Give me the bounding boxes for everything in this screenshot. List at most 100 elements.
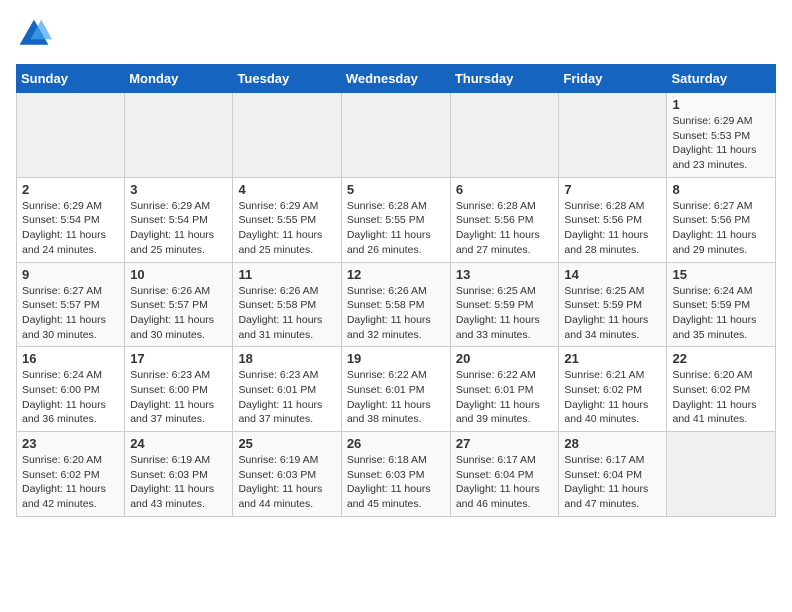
calendar-cell: 27Sunrise: 6:17 AM Sunset: 6:04 PM Dayli… <box>450 432 559 517</box>
day-number: 7 <box>564 182 661 197</box>
logo-icon <box>16 16 52 52</box>
calendar-cell: 2 Sunrise: 6:29 AM Sunset: 5:54 PM Daylig… <box>17 177 125 262</box>
day-number: 10 <box>130 267 227 282</box>
calendar-cell: 17 Sunrise: 6:23 AM Sunset: 6:00 PM Dayli… <box>125 347 233 432</box>
calendar-cell <box>341 93 450 178</box>
header-row: SundayMondayTuesdayWednesdayThursdayFrid… <box>17 65 776 93</box>
calendar-cell <box>450 93 559 178</box>
week-row-5: 23 Sunrise: 6:20 AM Sunset: 6:02 PM Dayli… <box>17 432 776 517</box>
day-number: 9 <box>22 267 119 282</box>
calendar-cell: 10 Sunrise: 6:26 AM Sunset: 5:57 PM Dayli… <box>125 262 233 347</box>
day-info: Sunrise: 6:20 AM Sunset: 6:02 PM Dayligh… <box>22 453 119 512</box>
calendar-cell: 14 Sunrise: 6:25 AM Sunset: 5:59 PM Dayli… <box>559 262 667 347</box>
calendar-cell <box>667 432 776 517</box>
week-row-3: 9 Sunrise: 6:27 AM Sunset: 5:57 PM Daylig… <box>17 262 776 347</box>
calendar-cell: 24 Sunrise: 6:19 AM Sunset: 6:03 PM Dayli… <box>125 432 233 517</box>
day-number: 23 <box>22 436 119 451</box>
day-info: Sunrise: 6:25 AM Sunset: 5:59 PM Dayligh… <box>564 284 661 343</box>
calendar-cell: 20 Sunrise: 6:22 AM Sunset: 6:01 PM Dayli… <box>450 347 559 432</box>
week-row-2: 2 Sunrise: 6:29 AM Sunset: 5:54 PM Daylig… <box>17 177 776 262</box>
day-info: Sunrise: 6:28 AM Sunset: 5:56 PM Dayligh… <box>456 199 554 258</box>
day-info: Sunrise: 6:27 AM Sunset: 5:56 PM Dayligh… <box>672 199 770 258</box>
day-number: 5 <box>347 182 445 197</box>
day-header-friday: Friday <box>559 65 667 93</box>
day-number: 22 <box>672 351 770 366</box>
day-number: 3 <box>130 182 227 197</box>
day-number: 6 <box>456 182 554 197</box>
day-info: Sunrise: 6:18 AM Sunset: 6:03 PM Dayligh… <box>347 453 445 512</box>
day-number: 26 <box>347 436 445 451</box>
day-info: Sunrise: 6:29 AM Sunset: 5:55 PM Dayligh… <box>238 199 335 258</box>
day-info: Sunrise: 6:28 AM Sunset: 5:56 PM Dayligh… <box>564 199 661 258</box>
day-info: Sunrise: 6:29 AM Sunset: 5:54 PM Dayligh… <box>22 199 119 258</box>
day-number: 21 <box>564 351 661 366</box>
day-number: 27 <box>456 436 554 451</box>
day-info: Sunrise: 6:22 AM Sunset: 6:01 PM Dayligh… <box>456 368 554 427</box>
day-info: Sunrise: 6:25 AM Sunset: 5:59 PM Dayligh… <box>456 284 554 343</box>
day-info: Sunrise: 6:20 AM Sunset: 6:02 PM Dayligh… <box>672 368 770 427</box>
day-number: 14 <box>564 267 661 282</box>
calendar-cell: 1 Sunrise: 6:29 AM Sunset: 5:53 PM Daylig… <box>667 93 776 178</box>
day-header-tuesday: Tuesday <box>233 65 341 93</box>
calendar-cell: 16Sunrise: 6:24 AM Sunset: 6:00 PM Dayli… <box>17 347 125 432</box>
calendar-table: SundayMondayTuesdayWednesdayThursdayFrid… <box>16 64 776 517</box>
week-row-4: 16Sunrise: 6:24 AM Sunset: 6:00 PM Dayli… <box>17 347 776 432</box>
day-number: 1 <box>672 97 770 112</box>
day-number: 19 <box>347 351 445 366</box>
day-info: Sunrise: 6:21 AM Sunset: 6:02 PM Dayligh… <box>564 368 661 427</box>
day-number: 15 <box>672 267 770 282</box>
calendar-cell: 12 Sunrise: 6:26 AM Sunset: 5:58 PM Dayli… <box>341 262 450 347</box>
day-info: Sunrise: 6:28 AM Sunset: 5:55 PM Dayligh… <box>347 199 445 258</box>
day-number: 20 <box>456 351 554 366</box>
day-number: 24 <box>130 436 227 451</box>
page-header <box>16 16 776 52</box>
day-header-monday: Monday <box>125 65 233 93</box>
calendar-cell: 15 Sunrise: 6:24 AM Sunset: 5:59 PM Dayli… <box>667 262 776 347</box>
calendar-cell: 3 Sunrise: 6:29 AM Sunset: 5:54 PM Daylig… <box>125 177 233 262</box>
calendar-cell: 11Sunrise: 6:26 AM Sunset: 5:58 PM Dayli… <box>233 262 341 347</box>
calendar-cell: 19Sunrise: 6:22 AM Sunset: 6:01 PM Dayli… <box>341 347 450 432</box>
day-number: 13 <box>456 267 554 282</box>
calendar-cell: 9 Sunrise: 6:27 AM Sunset: 5:57 PM Daylig… <box>17 262 125 347</box>
day-header-thursday: Thursday <box>450 65 559 93</box>
day-info: Sunrise: 6:19 AM Sunset: 6:03 PM Dayligh… <box>238 453 335 512</box>
calendar-cell: 23 Sunrise: 6:20 AM Sunset: 6:02 PM Dayli… <box>17 432 125 517</box>
week-row-1: 1 Sunrise: 6:29 AM Sunset: 5:53 PM Daylig… <box>17 93 776 178</box>
day-number: 4 <box>238 182 335 197</box>
day-info: Sunrise: 6:24 AM Sunset: 5:59 PM Dayligh… <box>672 284 770 343</box>
day-number: 17 <box>130 351 227 366</box>
day-info: Sunrise: 6:26 AM Sunset: 5:58 PM Dayligh… <box>238 284 335 343</box>
day-info: Sunrise: 6:23 AM Sunset: 6:00 PM Dayligh… <box>130 368 227 427</box>
day-number: 12 <box>347 267 445 282</box>
day-info: Sunrise: 6:17 AM Sunset: 6:04 PM Dayligh… <box>564 453 661 512</box>
day-info: Sunrise: 6:23 AM Sunset: 6:01 PM Dayligh… <box>238 368 335 427</box>
calendar-cell: 4 Sunrise: 6:29 AM Sunset: 5:55 PM Daylig… <box>233 177 341 262</box>
day-number: 16 <box>22 351 119 366</box>
day-info: Sunrise: 6:19 AM Sunset: 6:03 PM Dayligh… <box>130 453 227 512</box>
calendar-cell <box>559 93 667 178</box>
day-number: 8 <box>672 182 770 197</box>
day-number: 25 <box>238 436 335 451</box>
calendar-cell <box>17 93 125 178</box>
calendar-cell: 22 Sunrise: 6:20 AM Sunset: 6:02 PM Dayli… <box>667 347 776 432</box>
calendar-cell: 5 Sunrise: 6:28 AM Sunset: 5:55 PM Daylig… <box>341 177 450 262</box>
calendar-cell: 25 Sunrise: 6:19 AM Sunset: 6:03 PM Dayli… <box>233 432 341 517</box>
calendar-header: SundayMondayTuesdayWednesdayThursdayFrid… <box>17 65 776 93</box>
day-header-saturday: Saturday <box>667 65 776 93</box>
calendar-cell: 13 Sunrise: 6:25 AM Sunset: 5:59 PM Dayli… <box>450 262 559 347</box>
day-header-wednesday: Wednesday <box>341 65 450 93</box>
calendar-body: 1 Sunrise: 6:29 AM Sunset: 5:53 PM Daylig… <box>17 93 776 517</box>
calendar-cell: 6 Sunrise: 6:28 AM Sunset: 5:56 PM Daylig… <box>450 177 559 262</box>
day-info: Sunrise: 6:26 AM Sunset: 5:57 PM Dayligh… <box>130 284 227 343</box>
day-info: Sunrise: 6:27 AM Sunset: 5:57 PM Dayligh… <box>22 284 119 343</box>
calendar-cell: 7 Sunrise: 6:28 AM Sunset: 5:56 PM Daylig… <box>559 177 667 262</box>
day-info: Sunrise: 6:29 AM Sunset: 5:54 PM Dayligh… <box>130 199 227 258</box>
day-number: 2 <box>22 182 119 197</box>
day-info: Sunrise: 6:29 AM Sunset: 5:53 PM Dayligh… <box>672 114 770 173</box>
logo <box>16 16 56 52</box>
calendar-cell: 8 Sunrise: 6:27 AM Sunset: 5:56 PM Daylig… <box>667 177 776 262</box>
calendar-cell: 28Sunrise: 6:17 AM Sunset: 6:04 PM Dayli… <box>559 432 667 517</box>
day-info: Sunrise: 6:26 AM Sunset: 5:58 PM Dayligh… <box>347 284 445 343</box>
calendar-cell <box>125 93 233 178</box>
calendar-cell: 18Sunrise: 6:23 AM Sunset: 6:01 PM Dayli… <box>233 347 341 432</box>
